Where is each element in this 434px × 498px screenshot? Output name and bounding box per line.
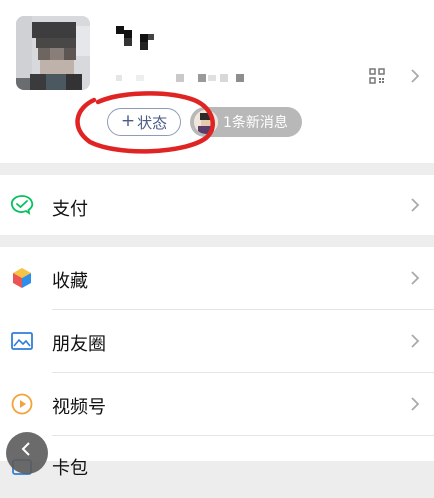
plus-icon: + (120, 110, 136, 131)
favorites-cube-icon (13, 268, 31, 288)
avatar[interactable] (16, 16, 90, 90)
moments-picture-icon (11, 332, 33, 350)
new-message-text: 1条新消息 (223, 115, 288, 131)
add-status-button[interactable]: + 状态 (107, 108, 181, 136)
channels-play-icon (11, 393, 33, 415)
chevron-right-icon (411, 271, 420, 285)
profile-header[interactable]: + 状态 1条新消息 (0, 0, 434, 163)
wechat-pay-icon (10, 195, 34, 215)
menu-item-channels[interactable]: 视频号 (0, 373, 434, 435)
nickname-blurred (116, 26, 154, 50)
menu-item-label: 卡包 (52, 458, 88, 479)
menu-item-label: 收藏 (52, 271, 88, 292)
menu-item-favorites[interactable]: 收藏 (0, 247, 434, 309)
status-button-label: 状态 (137, 113, 168, 132)
chevron-right-icon[interactable] (410, 68, 420, 84)
chevron-right-icon (411, 198, 420, 212)
menu-item-pay[interactable]: 支付 (0, 175, 434, 235)
message-sender-avatar (194, 110, 218, 134)
menu-item-moments[interactable]: 朋友圈 (0, 310, 434, 372)
menu-item-label: 支付 (52, 199, 88, 220)
menu-group: 收藏 朋友圈 视频号 卡包 (0, 247, 434, 479)
wechat-id-blurred (116, 74, 244, 82)
menu-item-cards[interactable]: 卡包 (0, 436, 434, 498)
chevron-right-icon (411, 334, 420, 348)
chevron-left-icon (21, 442, 30, 456)
qr-code-icon[interactable] (369, 68, 385, 84)
menu-item-label: 朋友圈 (52, 334, 106, 355)
new-message-pill[interactable]: 1条新消息 (190, 107, 302, 137)
chevron-right-icon (411, 397, 420, 411)
floating-back-button[interactable] (6, 432, 48, 474)
menu-item-label: 视频号 (52, 397, 106, 418)
